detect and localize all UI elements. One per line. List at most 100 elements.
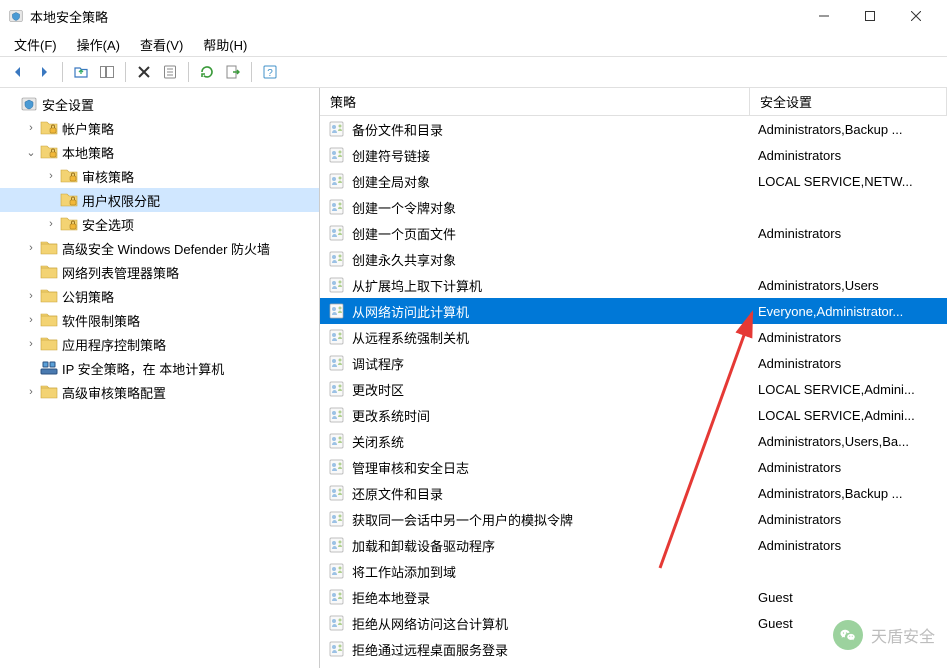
tree-item[interactable]: IP 安全策略，在 本地计算机 xyxy=(0,356,319,380)
policy-name: 调试程序 xyxy=(352,354,404,373)
menu-view[interactable]: 查看(V) xyxy=(130,33,193,56)
tree-item-label: 高级安全 Windows Defender 防火墙 xyxy=(62,239,270,258)
policy-row[interactable]: 还原文件和目录Administrators,Backup ... xyxy=(320,480,947,506)
expander-icon[interactable]: › xyxy=(44,218,58,230)
setting-cell: Everyone,Administrator... xyxy=(750,304,947,319)
expander-icon[interactable]: › xyxy=(24,386,38,398)
policy-cell: 拒绝通过远程桌面服务登录 xyxy=(320,640,750,659)
forward-button[interactable] xyxy=(32,60,56,84)
policy-row[interactable]: 拒绝从网络访问这台计算机Guest xyxy=(320,610,947,636)
tree-item[interactable]: › 审核策略 xyxy=(0,164,319,188)
policy-name: 还原文件和目录 xyxy=(352,484,443,503)
tree-item[interactable]: 用户权限分配 xyxy=(0,188,319,212)
menu-help[interactable]: 帮助(H) xyxy=(193,33,257,56)
minimize-button[interactable] xyxy=(801,0,847,32)
setting-cell: Administrators xyxy=(750,538,947,553)
menu-action[interactable]: 操作(A) xyxy=(67,33,130,56)
policy-row[interactable]: 备份文件和目录Administrators,Backup ... xyxy=(320,116,947,142)
policy-item-icon xyxy=(328,354,346,372)
up-button[interactable] xyxy=(69,60,93,84)
tree-item-label: 帐户策略 xyxy=(62,119,114,138)
column-header-setting[interactable]: 安全设置 xyxy=(750,88,947,115)
policy-row[interactable]: 调试程序Administrators xyxy=(320,350,947,376)
policy-row[interactable]: 关闭系统Administrators,Users,Ba... xyxy=(320,428,947,454)
tree-item[interactable]: › 高级安全 Windows Defender 防火墙 xyxy=(0,236,319,260)
policy-name: 从远程系统强制关机 xyxy=(352,328,469,347)
maximize-button[interactable] xyxy=(847,0,893,32)
refresh-button[interactable] xyxy=(195,60,219,84)
policy-row[interactable]: 获取同一会话中另一个用户的模拟令牌Administrators xyxy=(320,506,947,532)
expander-icon[interactable]: › xyxy=(24,290,38,302)
list-body[interactable]: 备份文件和目录Administrators,Backup ...创建符号链接Ad… xyxy=(320,116,947,668)
close-button[interactable] xyxy=(893,0,939,32)
policy-row[interactable]: 创建符号链接Administrators xyxy=(320,142,947,168)
folder-icon xyxy=(40,287,58,305)
policy-row[interactable]: 将工作站添加到域 xyxy=(320,558,947,584)
policy-row[interactable]: 创建全局对象LOCAL SERVICE,NETW... xyxy=(320,168,947,194)
export-button[interactable] xyxy=(221,60,245,84)
policy-cell: 获取同一会话中另一个用户的模拟令牌 xyxy=(320,510,750,529)
tree-item[interactable]: › 应用程序控制策略 xyxy=(0,332,319,356)
policy-name: 将工作站添加到域 xyxy=(352,562,456,581)
tree-panel[interactable]: 安全设置 ›帐户策略⌄本地策略›审核策略用户权限分配›安全选项›高级安全 Win… xyxy=(0,88,320,668)
tree-root-label: 安全设置 xyxy=(42,95,94,114)
policy-item-icon xyxy=(328,562,346,580)
column-header-policy[interactable]: 策略 xyxy=(320,88,750,115)
tree-item[interactable]: › 帐户策略 xyxy=(0,116,319,140)
app-icon xyxy=(8,8,24,24)
policy-row[interactable]: 拒绝通过远程桌面服务登录 xyxy=(320,636,947,662)
policy-row[interactable]: 从网络访问此计算机Everyone,Administrator... xyxy=(320,298,947,324)
policy-cell: 创建永久共享对象 xyxy=(320,250,750,269)
expander-icon[interactable]: › xyxy=(24,314,38,326)
delete-button[interactable] xyxy=(132,60,156,84)
tree-root[interactable]: 安全设置 xyxy=(0,92,319,116)
window-title: 本地安全策略 xyxy=(30,7,801,26)
help-button[interactable]: ? xyxy=(258,60,282,84)
policy-cell: 管理审核和安全日志 xyxy=(320,458,750,477)
tree-item-label: 网络列表管理器策略 xyxy=(62,263,179,282)
tree-item-label: 审核策略 xyxy=(82,167,134,186)
show-hide-tree-button[interactable] xyxy=(95,60,119,84)
policy-cell: 拒绝从网络访问这台计算机 xyxy=(320,614,750,633)
policy-cell: 从扩展坞上取下计算机 xyxy=(320,276,750,295)
setting-cell: Guest xyxy=(750,590,947,605)
policy-row[interactable]: 创建永久共享对象 xyxy=(320,246,947,272)
policy-name: 从扩展坞上取下计算机 xyxy=(352,276,482,295)
policy-row[interactable]: 加载和卸载设备驱动程序Administrators xyxy=(320,532,947,558)
tree-item[interactable]: 网络列表管理器策略 xyxy=(0,260,319,284)
back-button[interactable] xyxy=(6,60,30,84)
tree-item[interactable]: ›公钥策略 xyxy=(0,284,319,308)
folder-lock-icon xyxy=(40,143,58,161)
policy-row[interactable]: 拒绝本地登录Guest xyxy=(320,584,947,610)
expander-icon[interactable]: › xyxy=(24,338,38,350)
folder-lock-icon xyxy=(60,167,78,185)
policy-name: 创建符号链接 xyxy=(352,146,430,165)
policy-row[interactable]: 创建一个令牌对象 xyxy=(320,194,947,220)
expander-icon[interactable]: › xyxy=(44,170,58,182)
policy-row[interactable]: 管理审核和安全日志Administrators xyxy=(320,454,947,480)
policy-item-icon xyxy=(328,380,346,398)
expander-icon[interactable]: › xyxy=(24,122,38,134)
setting-cell: Administrators,Users xyxy=(750,278,947,293)
policy-item-icon xyxy=(328,146,346,164)
policy-item-icon xyxy=(328,614,346,632)
policy-cell: 拒绝本地登录 xyxy=(320,588,750,607)
menu-file[interactable]: 文件(F) xyxy=(4,33,67,56)
properties-button[interactable] xyxy=(158,60,182,84)
policy-row[interactable]: 创建一个页面文件Administrators xyxy=(320,220,947,246)
policy-row[interactable]: 更改系统时间LOCAL SERVICE,Admini... xyxy=(320,402,947,428)
folder-lock-icon xyxy=(60,191,78,209)
policy-row[interactable]: 从远程系统强制关机Administrators xyxy=(320,324,947,350)
setting-cell: LOCAL SERVICE,Admini... xyxy=(750,408,947,423)
policy-cell: 创建一个令牌对象 xyxy=(320,198,750,217)
tree-item[interactable]: ⌄本地策略 xyxy=(0,140,319,164)
tree-item[interactable]: ›安全选项 xyxy=(0,212,319,236)
policy-row[interactable]: 更改时区LOCAL SERVICE,Admini... xyxy=(320,376,947,402)
expander-icon[interactable]: ⌄ xyxy=(24,146,38,159)
tree-item-label: 应用程序控制策略 xyxy=(62,335,166,354)
tree-item[interactable]: ›高级审核策略配置 xyxy=(0,380,319,404)
setting-cell: Administrators xyxy=(750,512,947,527)
policy-row[interactable]: 从扩展坞上取下计算机 Administrators,Users xyxy=(320,272,947,298)
tree-item[interactable]: ›软件限制策略 xyxy=(0,308,319,332)
expander-icon[interactable]: › xyxy=(24,242,38,254)
